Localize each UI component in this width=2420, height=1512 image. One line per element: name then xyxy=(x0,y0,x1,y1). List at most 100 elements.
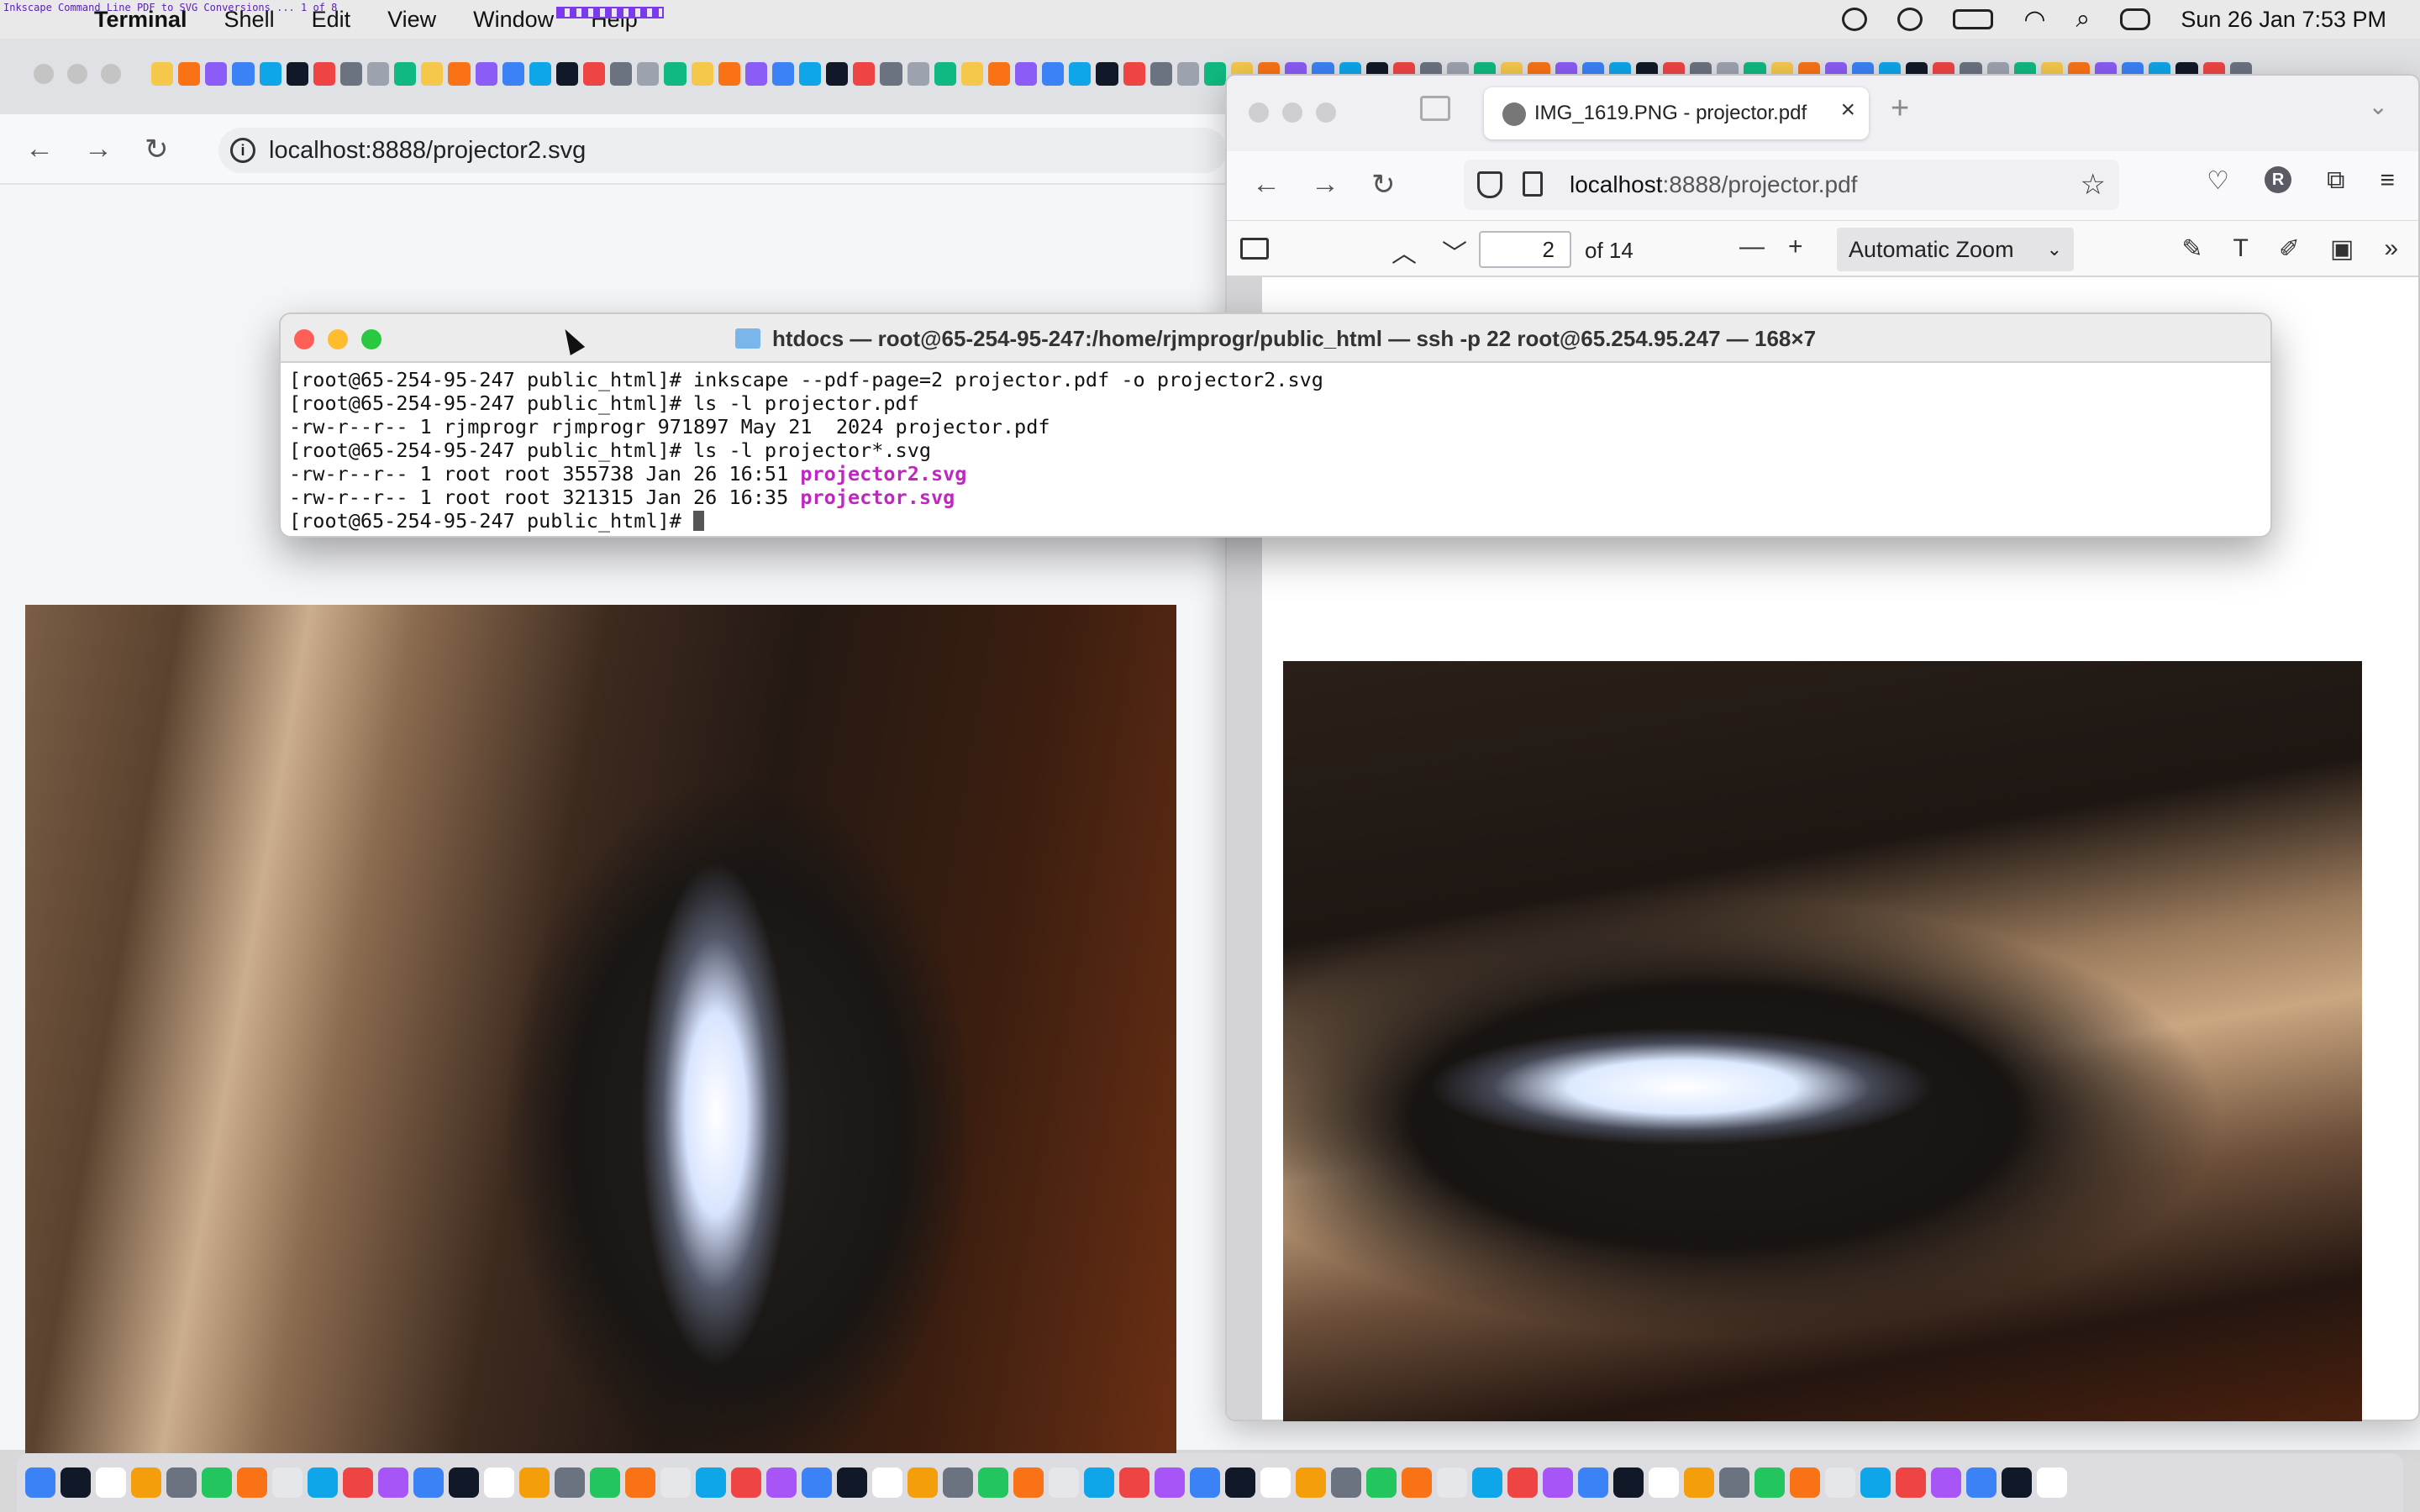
dock-app-icon[interactable] xyxy=(625,1467,655,1498)
dock-app-icon[interactable] xyxy=(1049,1467,1079,1498)
firefox-close-button[interactable] xyxy=(1249,102,1269,123)
firefox-zoom-button[interactable] xyxy=(1316,102,1336,123)
bookmark-favicon-icon[interactable] xyxy=(286,62,308,86)
bookmark-favicon-icon[interactable] xyxy=(771,62,794,86)
dock-app-icon[interactable] xyxy=(1860,1467,1891,1498)
reload-icon[interactable]: ↻ xyxy=(145,133,169,166)
ff-back-arrow-icon[interactable]: ← xyxy=(1252,168,1281,201)
bookmark-favicon-icon[interactable] xyxy=(718,62,740,86)
bookmark-favicon-icon[interactable] xyxy=(1176,62,1199,86)
bookmark-favicon-icon[interactable] xyxy=(1123,62,1145,86)
menu-window[interactable]: Window xyxy=(473,7,554,33)
dock-app-icon[interactable] xyxy=(96,1467,126,1498)
dock-app-icon[interactable] xyxy=(802,1467,832,1498)
bookmark-favicon-icon[interactable] xyxy=(178,62,201,86)
firefox-view-icon[interactable] xyxy=(1420,96,1450,121)
dock-app-icon[interactable] xyxy=(1578,1467,1608,1498)
bookmark-favicon-icon[interactable] xyxy=(529,62,551,86)
draw-icon[interactable]: ✐ xyxy=(2279,234,2300,264)
dock-app-icon[interactable] xyxy=(413,1467,444,1498)
dock-app-icon[interactable] xyxy=(202,1467,232,1498)
chrome-close-button[interactable] xyxy=(34,64,54,84)
play-icon[interactable] xyxy=(1897,8,1923,31)
dock-app-icon[interactable] xyxy=(1613,1467,1644,1498)
bookmark-favicon-icon[interactable] xyxy=(259,62,281,86)
dock-app-icon[interactable] xyxy=(378,1467,408,1498)
dock-app-icon[interactable] xyxy=(519,1467,550,1498)
language-icon[interactable] xyxy=(1842,8,1868,31)
dock-app-icon[interactable] xyxy=(1472,1467,1502,1498)
dock-app-icon[interactable] xyxy=(1825,1467,1855,1498)
bookmark-favicon-icon[interactable] xyxy=(799,62,822,86)
dock-app-icon[interactable] xyxy=(731,1467,761,1498)
next-page-icon[interactable]: ﹀ xyxy=(1442,233,1467,270)
dock-app-icon[interactable] xyxy=(2037,1467,2067,1498)
bookmark-favicon-icon[interactable] xyxy=(232,62,255,86)
ff-reload-icon[interactable]: ↻ xyxy=(1371,168,1396,202)
bookmark-favicon-icon[interactable] xyxy=(313,62,335,86)
dock-app-icon[interactable] xyxy=(25,1467,55,1498)
dock-app-icon[interactable] xyxy=(1225,1467,1255,1498)
dock-app-icon[interactable] xyxy=(1366,1467,1397,1498)
terminal-zoom-button[interactable] xyxy=(361,329,381,349)
dock-app-icon[interactable] xyxy=(1790,1467,1820,1498)
bookmark-favicon-icon[interactable] xyxy=(583,62,606,86)
menu-view[interactable]: View xyxy=(387,7,436,33)
chrome-minimize-button[interactable] xyxy=(67,64,87,84)
wifi-icon[interactable]: ◠ xyxy=(2023,5,2045,34)
forward-arrow-icon[interactable]: → xyxy=(84,133,113,165)
dock-app-icon[interactable] xyxy=(1754,1467,1785,1498)
bookmark-favicon-icon[interactable] xyxy=(744,62,767,86)
back-arrow-icon[interactable]: ← xyxy=(25,133,54,165)
page-number-input[interactable]: 2 xyxy=(1479,231,1571,268)
bookmark-favicon-icon[interactable] xyxy=(555,62,578,86)
zoom-in-icon[interactable]: + xyxy=(1788,233,1803,261)
sidebar-toggle-icon[interactable] xyxy=(1240,238,1269,260)
search-icon[interactable]: ⌕ xyxy=(2076,5,2091,34)
account-avatar[interactable]: R xyxy=(2265,166,2292,193)
dock-app-icon[interactable] xyxy=(590,1467,620,1498)
dock-app-icon[interactable] xyxy=(1507,1467,1538,1498)
bookmark-favicon-icon[interactable] xyxy=(339,62,362,86)
terminal-close-button[interactable] xyxy=(294,329,314,349)
dock-app-icon[interactable] xyxy=(1119,1467,1150,1498)
bookmark-favicon-icon[interactable] xyxy=(448,62,471,86)
text-tool-icon[interactable]: T xyxy=(2233,234,2248,264)
bookmark-favicon-icon[interactable] xyxy=(421,62,444,86)
firefox-tab-pdf[interactable]: IMG_1619.PNG - projector.pdf × xyxy=(1484,87,1869,139)
bookmark-favicon-icon[interactable] xyxy=(367,62,390,86)
bookmark-favicon-icon[interactable] xyxy=(205,62,228,86)
firefox-address-bar[interactable]: localhost:8888/projector.pdf ☆ xyxy=(1464,160,2119,210)
bookmark-favicon-icon[interactable] xyxy=(880,62,902,86)
ff-forward-arrow-icon[interactable]: → xyxy=(1311,168,1339,201)
dock-app-icon[interactable] xyxy=(1437,1467,1467,1498)
pocket-icon[interactable]: ♡ xyxy=(2207,166,2229,196)
dock-app-icon[interactable] xyxy=(272,1467,302,1498)
bookmark-favicon-icon[interactable] xyxy=(826,62,849,86)
bookmark-favicon-icon[interactable] xyxy=(960,62,983,86)
dock-app-icon[interactable] xyxy=(166,1467,197,1498)
hamburger-menu-icon[interactable]: ≡ xyxy=(2380,166,2395,196)
dock-app-icon[interactable] xyxy=(1402,1467,1432,1498)
bookmark-star-icon[interactable]: ☆ xyxy=(2081,168,2106,202)
bookmark-favicon-icon[interactable] xyxy=(691,62,713,86)
dock-app-icon[interactable] xyxy=(449,1467,479,1498)
dock-app-icon[interactable] xyxy=(60,1467,91,1498)
dock-app-icon[interactable] xyxy=(872,1467,902,1498)
dock-app-icon[interactable] xyxy=(1190,1467,1220,1498)
bookmark-favicon-icon[interactable] xyxy=(637,62,660,86)
more-tools-icon[interactable]: » xyxy=(2384,234,2398,264)
bookmark-favicon-icon[interactable] xyxy=(1015,62,1038,86)
page-info-icon[interactable] xyxy=(1523,171,1543,197)
dock-app-icon[interactable] xyxy=(343,1467,373,1498)
dock-app-icon[interactable] xyxy=(1684,1467,1714,1498)
bookmark-favicon-icon[interactable] xyxy=(502,62,524,86)
bookmark-favicon-icon[interactable] xyxy=(664,62,687,86)
site-info-icon[interactable]: i xyxy=(230,138,255,163)
battery-icon[interactable] xyxy=(1953,9,1994,29)
firefox-minimize-button[interactable] xyxy=(1282,102,1302,123)
dock-app-icon[interactable] xyxy=(1155,1467,1185,1498)
dock-app-icon[interactable] xyxy=(1543,1467,1573,1498)
dock-app-icon[interactable] xyxy=(1966,1467,1996,1498)
dock-app-icon[interactable] xyxy=(237,1467,267,1498)
